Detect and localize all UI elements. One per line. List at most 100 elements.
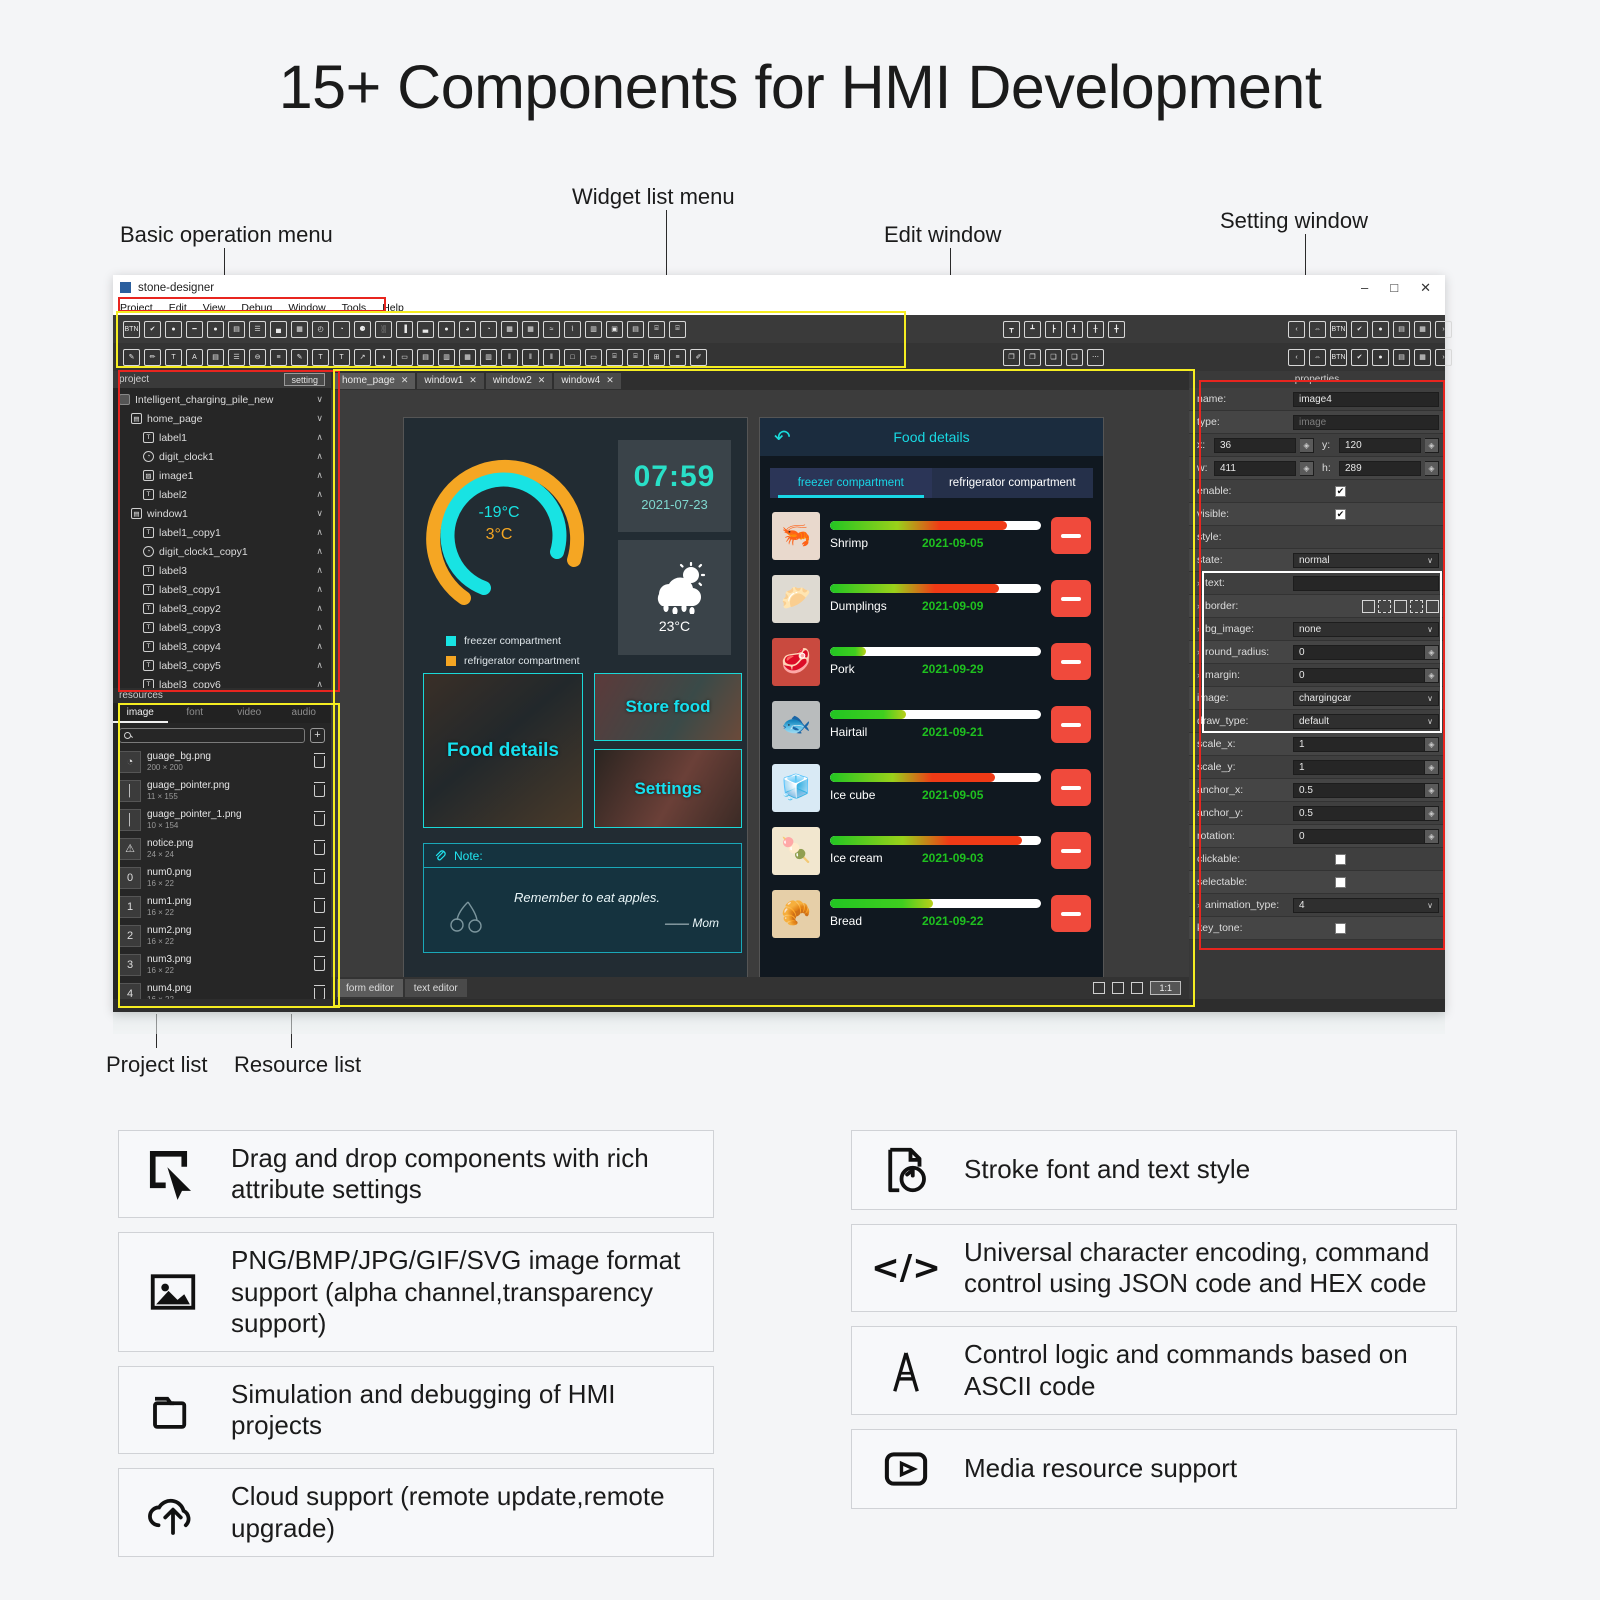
border-solid-option[interactable] bbox=[1362, 599, 1375, 613]
bring-front-icon[interactable]: ❐ bbox=[1003, 348, 1020, 366]
text-icon[interactable]: T bbox=[165, 348, 182, 366]
editor-tab-window2[interactable]: window2 ✕ bbox=[485, 372, 553, 389]
tree-item-home_page[interactable]: ▤ home_page ∨ bbox=[113, 409, 331, 428]
resource-list-item[interactable]: 1 num1.png 16 × 22 bbox=[113, 892, 331, 921]
monitor-icon[interactable]: ▭ bbox=[585, 348, 602, 366]
ungroup-icon[interactable]: ❑ bbox=[1066, 348, 1083, 366]
grid-icon[interactable]: ▦ bbox=[522, 320, 539, 338]
edit-icon[interactable]: ✎ bbox=[123, 348, 140, 366]
waveform-icon[interactable]: ⌇ bbox=[564, 320, 581, 338]
switch-icon[interactable]: ● bbox=[1372, 320, 1389, 338]
shadow-icon[interactable]: ↗ bbox=[354, 348, 371, 366]
align-center-h-icon[interactable]: ╋ bbox=[1108, 320, 1125, 338]
property-value-input[interactable]: image4 bbox=[1293, 391, 1439, 407]
send-back-icon[interactable]: ❐ bbox=[1024, 348, 1041, 366]
chevron-up-icon[interactable]: ∧ bbox=[316, 527, 323, 538]
property-row-name[interactable]: name: image4 bbox=[1189, 388, 1445, 411]
collapse-icon[interactable]: ‹ bbox=[1288, 348, 1305, 366]
food-item-list[interactable]: 🦐 Shrimp 2021-09-05 🥟 Dumplings 2021-09-09 🥩 Po… bbox=[760, 504, 1103, 945]
delete-icon[interactable] bbox=[313, 839, 325, 855]
food-compartment-tabs[interactable]: freezer compartment refrigerator compartm… bbox=[770, 468, 1093, 498]
food-delete-button[interactable] bbox=[1051, 832, 1091, 869]
editor-tab-strip[interactable]: home_page ✕ window1 ✕ window2 ✕ window4 ✕ bbox=[331, 371, 1189, 390]
stepper-button[interactable]: ◈ bbox=[1425, 759, 1439, 775]
chevron-up-icon[interactable]: ∧ bbox=[316, 489, 323, 500]
columns-icon[interactable]: ▥ bbox=[480, 348, 497, 366]
table-icon[interactable]: ▦ bbox=[501, 320, 518, 338]
stepper-button[interactable]: ◈ bbox=[1425, 828, 1439, 844]
property-row-xy[interactable]: x: 36 ◈ y: 120 ◈ bbox=[1189, 434, 1445, 457]
property-row-rotation[interactable]: rotation: 0 ◈ bbox=[1189, 825, 1445, 848]
draw-icon[interactable]: ✏ bbox=[144, 348, 161, 366]
tree-item-digit_clock1_copy1[interactable]: ◔ digit_clock1_copy1 ∧ bbox=[113, 542, 331, 561]
stepper-button[interactable]: ◈ bbox=[1425, 460, 1439, 476]
label-icon[interactable]: T bbox=[312, 348, 329, 366]
property-row-draw_type[interactable]: draw_type: default ∨ bbox=[1189, 710, 1445, 733]
design-canvas[interactable]: -19°C 3°C freezer compartment refrigerat… bbox=[331, 390, 1189, 977]
device-screen-food-details[interactable]: ↶ Food details freezer compartment refrig… bbox=[759, 417, 1104, 977]
resize-icon[interactable]: ⇔ bbox=[1309, 348, 1326, 366]
gauge-icon[interactable]: ◔ bbox=[333, 320, 350, 338]
property-select[interactable]: 4 ∨ bbox=[1293, 897, 1439, 913]
tab-text-editor[interactable]: text editor bbox=[404, 979, 467, 997]
chevron-up-icon[interactable]: ∧ bbox=[316, 660, 323, 671]
property-row-animation_type[interactable]: › animation_type: 4 ∨ bbox=[1189, 894, 1445, 917]
back-arrow-icon[interactable]: ↶ bbox=[774, 425, 791, 450]
expand-chevron-icon[interactable]: › bbox=[1197, 601, 1200, 611]
menu-item-project[interactable]: Project bbox=[120, 302, 153, 314]
property-row-enable[interactable]: enable: ✔ bbox=[1189, 480, 1445, 503]
resource-list-item[interactable]: 0 num0.png 16 × 22 bbox=[113, 863, 331, 892]
resource-tabs[interactable]: image font video audio bbox=[113, 703, 331, 723]
resource-list-item[interactable]: ◔ guage_bg.png 200 × 200 bbox=[113, 747, 331, 776]
property-value-input[interactable]: 289 bbox=[1339, 460, 1421, 476]
checkbox-icon[interactable]: ✔ bbox=[1351, 348, 1368, 366]
resource-tab-font[interactable]: font bbox=[168, 703, 223, 723]
property-row-image[interactable]: image: chargingcar ∨ bbox=[1189, 687, 1445, 710]
property-row-text[interactable]: › text: bbox=[1189, 572, 1445, 595]
tree-item-label3[interactable]: Tlabel3 ∧ bbox=[113, 561, 331, 580]
window-icon[interactable]: ⌸ bbox=[669, 320, 686, 338]
tree-item-label1[interactable]: Tlabel1 ∧ bbox=[113, 428, 331, 447]
delete-icon[interactable] bbox=[313, 810, 325, 826]
tree-item-label3_copy6[interactable]: Tlabel3_copy6 ∧ bbox=[113, 675, 331, 688]
property-checkbox[interactable] bbox=[1335, 853, 1346, 865]
property-row-round_radius[interactable]: › round_radius: 0 ◈ bbox=[1189, 641, 1445, 664]
property-row-scale_y[interactable]: scale_y: 1 ◈ bbox=[1189, 756, 1445, 779]
food-list-item[interactable]: 🦐 Shrimp 2021-09-05 bbox=[760, 504, 1103, 567]
camera-icon[interactable]: ▤ bbox=[627, 320, 644, 338]
food-delete-button[interactable] bbox=[1051, 895, 1091, 932]
food-tab-freezer[interactable]: freezer compartment bbox=[770, 468, 932, 498]
resource-tab-image[interactable]: image bbox=[113, 703, 168, 723]
property-value-input[interactable]: 0 bbox=[1293, 667, 1425, 683]
menu-item-tools[interactable]: Tools bbox=[342, 302, 367, 314]
stepper-button[interactable]: ◈ bbox=[1300, 460, 1314, 476]
resource-list-item[interactable]: 2 num2.png 16 × 22 bbox=[113, 921, 331, 950]
expand-chevron-icon[interactable]: › bbox=[1197, 647, 1200, 657]
property-row-selectable[interactable]: selectable: bbox=[1189, 871, 1445, 894]
close-icon[interactable]: ✕ bbox=[538, 375, 546, 386]
menu-item-edit[interactable]: Edit bbox=[169, 302, 187, 314]
calendar-icon[interactable]: ▦ bbox=[291, 320, 308, 338]
property-row-anchor_y[interactable]: anchor_y: 0.5 ◈ bbox=[1189, 802, 1445, 825]
close-button[interactable]: ✕ bbox=[1420, 281, 1431, 294]
stepper-button[interactable]: ◈ bbox=[1425, 782, 1439, 798]
align-left-icon[interactable]: ┣ bbox=[1045, 320, 1062, 338]
stepper-button[interactable]: ◈ bbox=[1300, 437, 1314, 453]
list-icon[interactable]: ☰ bbox=[228, 348, 245, 366]
tree-item-image1[interactable]: ▨ image1 ∧ bbox=[113, 466, 331, 485]
menu-item-help[interactable]: Help bbox=[382, 302, 404, 314]
chevron-right-icon[interactable]: › bbox=[1435, 348, 1452, 366]
expand-chevron-icon[interactable]: › bbox=[1197, 900, 1200, 910]
meter-icon[interactable]: ▥ bbox=[585, 320, 602, 338]
minimize-button[interactable]: – bbox=[1361, 281, 1368, 294]
snap-icon[interactable] bbox=[1112, 982, 1125, 994]
close-icon[interactable]: ✕ bbox=[401, 375, 409, 386]
resource-list-item[interactable]: 4 num4.png16 × 22 bbox=[113, 979, 331, 999]
tile-store-food[interactable]: Store food bbox=[594, 673, 742, 741]
properties-list[interactable]: name: image4 type: image x: 36 ◈ y: 120 ◈ w: 411 ◈ h:… bbox=[1189, 388, 1445, 940]
stepper-button[interactable]: ◈ bbox=[1425, 644, 1439, 660]
food-list-item[interactable]: 🧊 Ice cube 2021-09-05 bbox=[760, 756, 1103, 819]
editor-tab-window4[interactable]: window4 ✕ bbox=[554, 372, 621, 389]
resource-list[interactable]: ◔ guage_bg.png 200 × 200 │ guage_pointer.png… bbox=[113, 747, 331, 999]
collapse-icon[interactable]: ‹ bbox=[1288, 320, 1305, 338]
